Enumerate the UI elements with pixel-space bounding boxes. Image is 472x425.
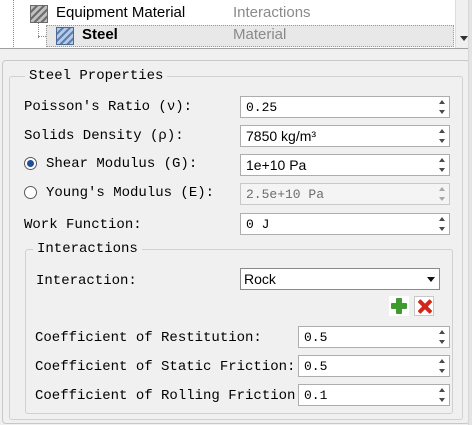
- chevron-up-icon: [439, 187, 445, 191]
- spin-down-button[interactable]: [435, 165, 449, 175]
- work-function-value: 0 J: [246, 217, 270, 232]
- spin-down-button[interactable]: [435, 224, 449, 234]
- solids-density-label: Solids Density (ρ):: [24, 128, 184, 144]
- material-icon: [56, 27, 74, 45]
- tree-row-type: Interactions: [233, 4, 311, 21]
- shear-modulus-radio[interactable]: [24, 157, 37, 170]
- panel-splitter[interactable]: [0, 50, 472, 56]
- rolling-friction-spinbox[interactable]: 0.1: [298, 384, 450, 406]
- chevron-up-icon: [439, 100, 445, 104]
- spin-up-button[interactable]: [435, 214, 449, 224]
- spin-up-button: [435, 184, 449, 194]
- spin-down-button: [435, 194, 449, 204]
- solids-density-value: 7850 kg/m³: [246, 128, 317, 144]
- shear-modulus-spinbox[interactable]: 1e+10 Pa: [240, 154, 450, 176]
- work-function-spinbox[interactable]: 0 J: [240, 213, 450, 235]
- restitution-value: 0.5: [304, 330, 328, 345]
- scroll-down-arrow-icon[interactable]: [460, 36, 468, 41]
- chevron-up-icon: [439, 129, 445, 133]
- chevron-up-icon: [439, 359, 445, 363]
- restitution-label: Coefficient of Restitution:: [35, 330, 262, 346]
- spin-down-button[interactable]: [435, 107, 449, 117]
- chevron-down-icon: [439, 110, 445, 114]
- chevron-down-icon: [439, 227, 445, 231]
- add-interaction-button[interactable]: [389, 296, 409, 316]
- spin-down-button[interactable]: [435, 337, 449, 347]
- panel-resize-grip[interactable]: [468, 0, 472, 425]
- chevron-down-icon: [439, 139, 445, 143]
- material-icon: [30, 5, 48, 23]
- restitution-spinbox[interactable]: 0.5: [298, 326, 450, 348]
- spin-up-button[interactable]: [435, 385, 449, 395]
- rolling-friction-value: 0.1: [304, 388, 328, 403]
- youngs-modulus-radio[interactable]: [24, 186, 37, 199]
- chevron-down-icon: [439, 197, 445, 201]
- spin-up-button[interactable]: [435, 356, 449, 366]
- youngs-modulus-spinbox: 2.5e+10 Pa: [240, 183, 450, 205]
- youngs-modulus-label: Young's Modulus (E):: [46, 185, 215, 201]
- spin-up-button[interactable]: [435, 327, 449, 337]
- properties-group-title: Steel Properties: [25, 68, 168, 84]
- poisson-ratio-value: 0.25: [246, 100, 278, 115]
- material-tree: Equipment Material Interactions Steel Ma…: [0, 0, 472, 49]
- tree-row-equipment-material[interactable]: Equipment Material Interactions: [0, 3, 455, 25]
- tree-row-label: Equipment Material: [56, 4, 186, 21]
- static-friction-label: Coefficient of Static Friction:: [35, 359, 296, 375]
- chevron-down-icon: [439, 369, 445, 373]
- work-function-label: Work Function:: [24, 217, 142, 233]
- interactions-group-title: Interactions: [33, 241, 142, 257]
- spin-down-button[interactable]: [435, 136, 449, 146]
- rolling-friction-label: Coefficient of Rolling Friction:: [35, 388, 304, 404]
- youngs-modulus-value: 2.5e+10 Pa: [246, 187, 325, 202]
- delete-interaction-button[interactable]: [414, 296, 434, 316]
- chevron-down-icon: [439, 340, 445, 344]
- interaction-dropdown[interactable]: Rock: [240, 268, 440, 290]
- spin-down-button[interactable]: [435, 395, 449, 405]
- spin-up-button[interactable]: [435, 155, 449, 165]
- chevron-down-icon: [439, 398, 445, 402]
- tree-row-type: Material: [233, 26, 287, 43]
- spin-down-button[interactable]: [435, 366, 449, 376]
- interaction-label: Interaction:: [36, 273, 137, 289]
- chevron-down-icon: [439, 168, 445, 172]
- solids-density-spinbox[interactable]: 7850 kg/m³: [240, 125, 450, 147]
- tree-row-label: Steel: [82, 26, 118, 43]
- poisson-ratio-spinbox[interactable]: 0.25: [240, 96, 450, 118]
- shear-modulus-value: 1e+10 Pa: [246, 157, 307, 173]
- poisson-ratio-label: Poisson's Ratio (ν):: [24, 99, 193, 115]
- spin-up-button[interactable]: [435, 97, 449, 107]
- shear-modulus-label: Shear Modulus (G):: [46, 156, 198, 172]
- chevron-up-icon: [439, 388, 445, 392]
- interaction-value: Rock: [244, 271, 276, 287]
- static-friction-spinbox[interactable]: 0.5: [298, 355, 450, 377]
- chevron-down-icon: [427, 277, 435, 282]
- chevron-up-icon: [439, 158, 445, 162]
- chevron-up-icon: [439, 330, 445, 334]
- tree-row-steel[interactable]: Steel Material: [0, 25, 455, 47]
- chevron-up-icon: [439, 217, 445, 221]
- spin-up-button[interactable]: [435, 126, 449, 136]
- static-friction-value: 0.5: [304, 359, 328, 374]
